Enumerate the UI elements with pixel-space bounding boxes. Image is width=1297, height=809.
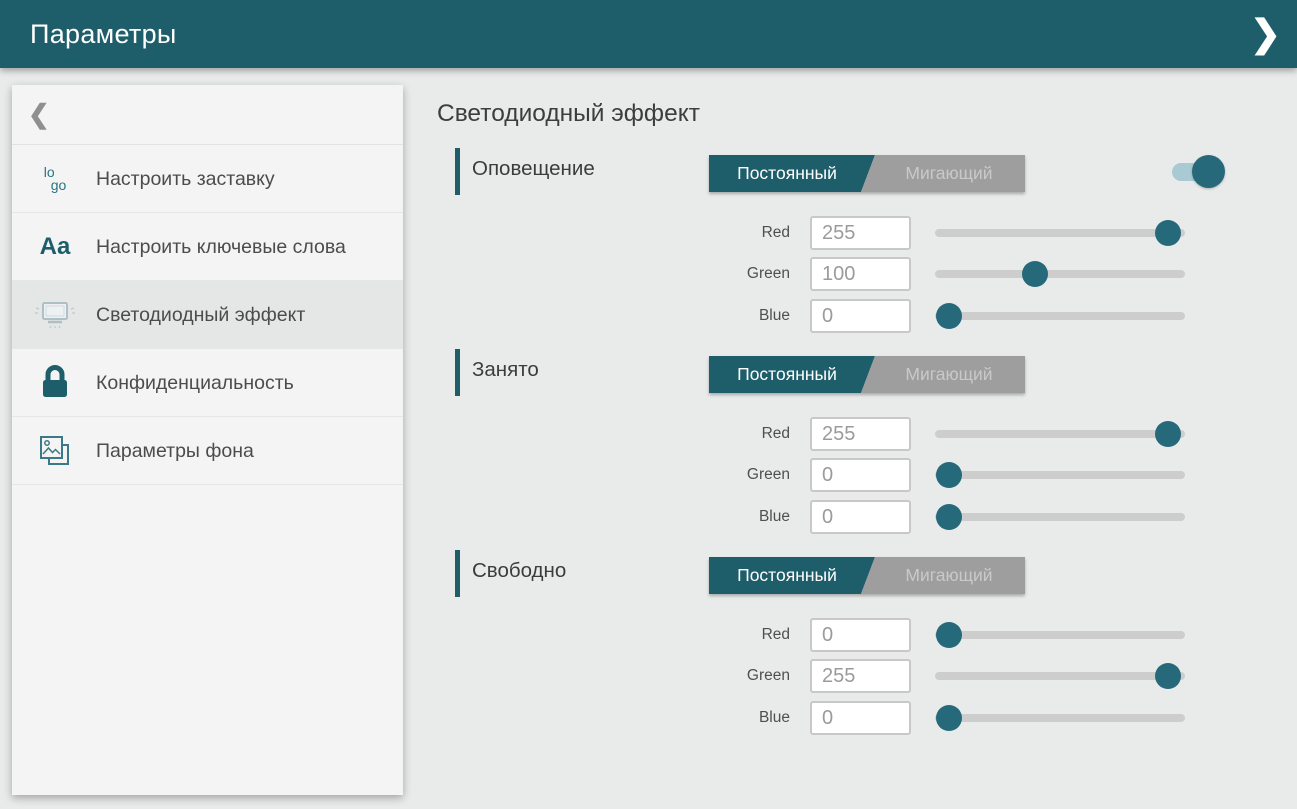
app-title: Параметры [30,19,177,50]
app-header: Параметры ❯ [0,0,1297,68]
sidebar-item-label: Светодиодный эффект [96,302,305,328]
mode-option-solid[interactable]: Постоянный [709,356,875,393]
green-value-input[interactable] [810,458,911,492]
sidebar-item-screensaver[interactable]: lo go Настроить заставку [12,145,403,213]
green-slider[interactable] [935,270,1185,278]
red-slider-thumb[interactable] [1155,421,1181,447]
blue-value-input[interactable] [810,299,911,333]
forward-chevron-icon[interactable]: ❯ [1250,10,1281,58]
rgb-row-green: Green [437,257,1247,291]
green-slider[interactable] [935,672,1185,680]
mode-segmented-control: Постоянный Мигающий [709,557,1025,594]
blue-label: Blue [690,299,790,333]
red-slider-thumb[interactable] [936,622,962,648]
red-slider[interactable] [935,631,1185,639]
blue-slider-thumb[interactable] [936,705,962,731]
green-label: Green [690,659,790,693]
green-slider-thumb[interactable] [1022,261,1048,287]
sidebar-item-label: Конфиденциальность [96,370,294,396]
sidebar-collapse-button[interactable]: ❮ [12,85,403,145]
sidebar-item-background[interactable]: Параметры фона [12,417,403,485]
rgb-row-green: Green [437,659,1247,693]
page-title: Светодиодный эффект [437,100,700,128]
led-display-icon [30,298,80,332]
section-title: Свободно [472,559,566,583]
lock-icon [30,364,80,402]
main-content: Светодиодный эффект Оповещение Постоянны… [437,90,1257,790]
mode-option-solid[interactable]: Постоянный [709,557,875,594]
section-title: Оповещение [472,157,595,181]
sidebar-item-led-effect[interactable]: Светодиодный эффект [12,281,403,349]
green-label: Green [690,458,790,492]
logo-icon: lo go [30,166,80,192]
blue-slider[interactable] [935,312,1185,320]
section-accent-bar [455,148,460,195]
rgb-row-blue: Blue [437,299,1247,333]
green-value-input[interactable] [810,659,911,693]
section-notification: Оповещение Постоянный Мигающий Red Green [437,148,1247,348]
section-title: Занято [472,358,539,382]
rgb-row-green: Green [437,458,1247,492]
green-slider-thumb[interactable] [1155,663,1181,689]
green-slider-thumb[interactable] [936,462,962,488]
rgb-row-red: Red [437,618,1247,652]
red-value-input[interactable] [810,618,911,652]
mode-option-blink[interactable]: Мигающий [861,557,1025,594]
background-image-icon [30,432,80,470]
blue-label: Blue [690,701,790,735]
mode-option-blink[interactable]: Мигающий [861,155,1025,192]
sidebar: ❮ lo go Настроить заставку Aa Настроить … [12,85,403,795]
mode-segmented-control: Постоянный Мигающий [709,155,1025,192]
chevron-left-icon: ❮ [28,99,50,130]
red-slider-thumb[interactable] [1155,220,1181,246]
sidebar-item-privacy[interactable]: Конфиденциальность [12,349,403,417]
red-label: Red [690,618,790,652]
red-label: Red [690,417,790,451]
sidebar-item-label: Параметры фона [96,438,254,464]
section-busy: Занято Постоянный Мигающий Red Green [437,349,1247,549]
red-value-input[interactable] [810,417,911,451]
blue-label: Blue [690,500,790,534]
rgb-row-blue: Blue [437,701,1247,735]
red-value-input[interactable] [810,216,911,250]
blue-slider-thumb[interactable] [936,504,962,530]
red-label: Red [690,216,790,250]
settings-screen: Параметры ❯ ❮ lo go Настроить заставку A… [0,0,1297,809]
mode-segmented-control: Постоянный Мигающий [709,356,1025,393]
green-label: Green [690,257,790,291]
blue-value-input[interactable] [810,701,911,735]
blue-value-input[interactable] [810,500,911,534]
blue-slider-thumb[interactable] [936,303,962,329]
font-aa-icon: Aa [30,233,80,261]
mode-option-blink[interactable]: Мигающий [861,356,1025,393]
rgb-row-red: Red [437,417,1247,451]
red-slider[interactable] [935,229,1185,237]
mode-option-solid[interactable]: Постоянный [709,155,875,192]
green-slider[interactable] [935,471,1185,479]
rgb-row-red: Red [437,216,1247,250]
section-accent-bar [455,349,460,396]
notification-toggle[interactable] [1172,163,1214,181]
red-slider[interactable] [935,430,1185,438]
rgb-row-blue: Blue [437,500,1247,534]
green-value-input[interactable] [810,257,911,291]
section-accent-bar [455,550,460,597]
blue-slider[interactable] [935,714,1185,722]
sidebar-item-label: Настроить ключевые слова [96,234,346,260]
sidebar-item-label: Настроить заставку [96,166,275,192]
section-free: Свободно Постоянный Мигающий Red Green [437,550,1247,750]
sidebar-item-keywords[interactable]: Aa Настроить ключевые слова [12,213,403,281]
blue-slider[interactable] [935,513,1185,521]
toggle-knob [1192,155,1225,188]
